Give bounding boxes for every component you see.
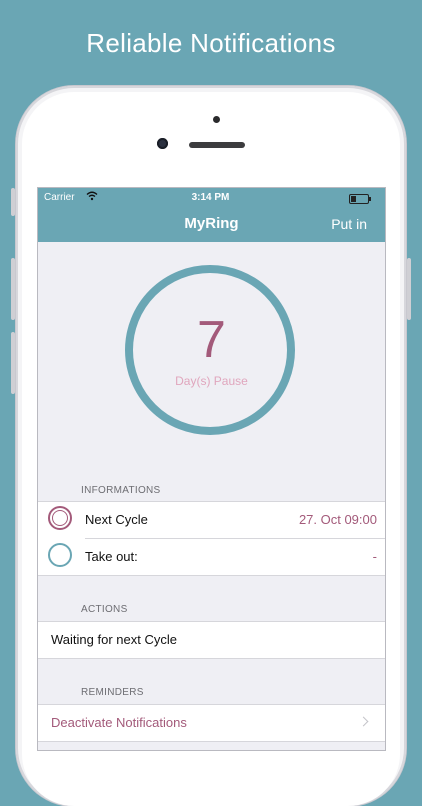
action-status-label: Waiting for next Cycle	[51, 632, 177, 647]
informations-header: INFORMATIONS	[81, 485, 161, 496]
deactivate-notifications-row[interactable]: Deactivate Notifications	[38, 705, 385, 741]
put-in-button[interactable]: Put in	[331, 216, 367, 232]
info-row-label: Take out:	[85, 549, 138, 564]
action-status-row[interactable]: Waiting for next Cycle	[38, 622, 385, 658]
battery-icon	[349, 194, 371, 204]
status-time: 3:14 PM	[191, 192, 230, 203]
side-button-volume-down	[11, 332, 15, 394]
reminders-header: REMINDERS	[81, 687, 144, 698]
info-row-take-out[interactable]: Take out: -	[48, 538, 385, 575]
info-row-value: -	[372, 549, 377, 564]
ring-summary: 7 Day(s) Pause	[38, 242, 385, 472]
marketing-headline: Reliable Notifications	[86, 28, 336, 58]
actions-header: ACTIONS	[81, 604, 128, 615]
front-camera-icon	[157, 138, 168, 149]
status-bar: Carrier 3:14 PM	[44, 191, 377, 206]
side-button-mute	[11, 188, 15, 216]
info-row-label: Next Cycle	[85, 512, 148, 527]
info-row-next-cycle[interactable]: Next Cycle 27. Oct 09:00	[38, 502, 385, 538]
days-caption: Day(s) Pause	[175, 374, 248, 388]
app-screen: Carrier 3:14 PM MyRing Put in 7 Day(s) P…	[38, 188, 385, 750]
informations-group: Next Cycle 27. Oct 09:00 Take out: -	[38, 501, 385, 576]
circle-icon	[48, 506, 72, 530]
actions-group: Waiting for next Cycle	[38, 621, 385, 659]
earpiece-speaker	[189, 142, 245, 148]
side-button-power	[407, 258, 411, 320]
chevron-right-icon	[358, 716, 369, 727]
side-button-volume-up	[11, 258, 15, 320]
circle-icon	[48, 543, 72, 567]
days-count: 7	[197, 311, 226, 369]
deactivate-notifications-label: Deactivate Notifications	[51, 715, 187, 730]
info-row-value: 27. Oct 09:00	[298, 512, 377, 527]
navigation-bar: Carrier 3:14 PM MyRing Put in	[38, 188, 385, 242]
proximity-sensor	[213, 116, 220, 123]
reminders-group: Deactivate Notifications	[38, 704, 385, 742]
